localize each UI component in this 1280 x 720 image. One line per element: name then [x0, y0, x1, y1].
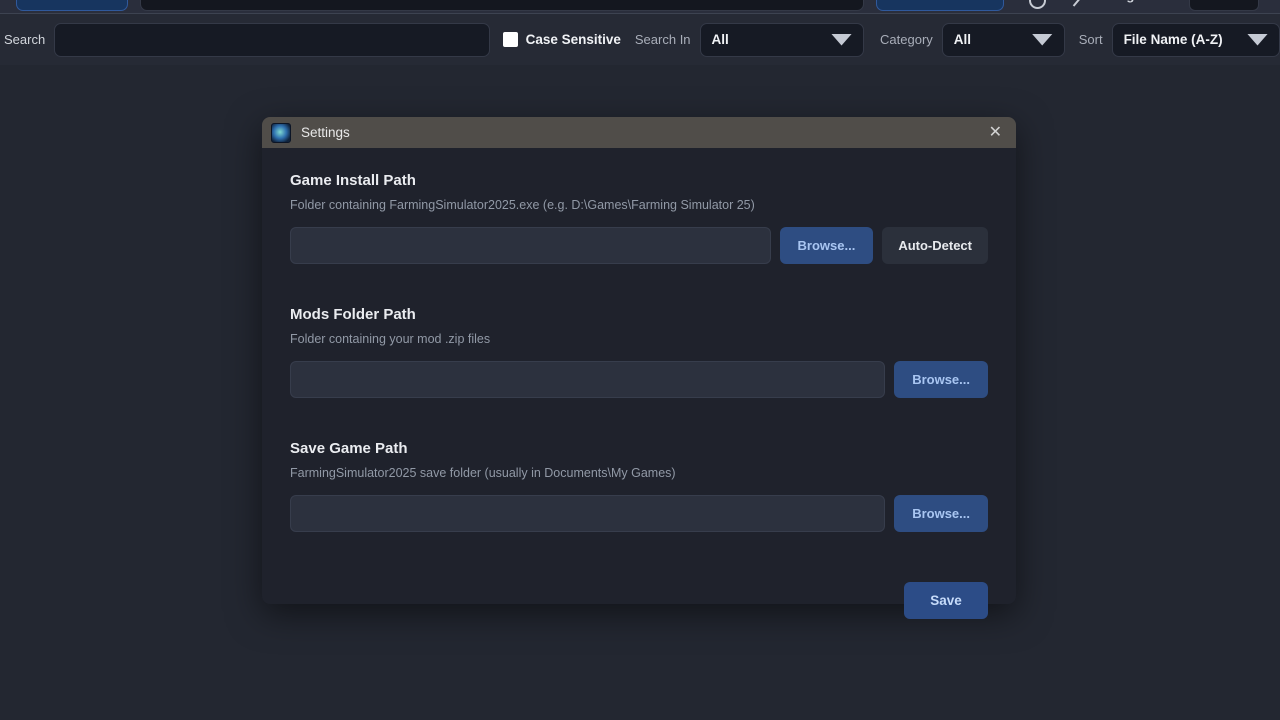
section-description: Folder containing FarmingSimulator2025.e… — [290, 198, 988, 212]
chevron-down-icon — [831, 34, 852, 46]
section-description: Folder containing your mod .zip files — [290, 332, 988, 346]
main-area: Settings ✕ Game Install Path Folder cont… — [0, 65, 1280, 720]
save-button[interactable]: Save — [904, 582, 988, 619]
dialog-titlebar: Settings ✕ — [262, 117, 1016, 148]
image-scale-value: 100% — [1197, 0, 1229, 3]
category-label: Category — [880, 32, 933, 47]
settings-dialog: Settings ✕ Game Install Path Folder cont… — [262, 117, 1016, 604]
filter-bar: Search Case Sensitive Search In All Cate… — [0, 13, 1280, 65]
case-sensitive-label: Case Sensitive — [526, 32, 621, 47]
chevron-down-icon — [1247, 34, 1268, 46]
dialog-body: Game Install Path Folder containing Farm… — [262, 148, 1016, 619]
search-in-value: All — [712, 32, 729, 47]
circle-icon[interactable] — [1029, 0, 1046, 9]
sort-select[interactable]: File Name (A-Z) — [1112, 23, 1280, 57]
mods-folder-path-input[interactable] — [290, 361, 885, 398]
chevron-down-icon — [1032, 34, 1053, 46]
category-select[interactable]: All — [942, 23, 1065, 57]
game-install-path-input[interactable] — [290, 227, 771, 264]
folder-path-input[interactable] — [140, 0, 864, 11]
mods-folder-path-section: Mods Folder Path Folder containing your … — [290, 306, 988, 398]
search-in-label: Search In — [635, 32, 691, 47]
search-in-select[interactable]: All — [700, 23, 864, 57]
browse-game-path-button[interactable]: Browse... — [780, 227, 874, 264]
save-game-path-input[interactable] — [290, 495, 885, 532]
search-input[interactable] — [54, 23, 490, 57]
save-game-path-section: Save Game Path FarmingSimulator2025 save… — [290, 440, 988, 532]
section-heading: Game Install Path — [290, 172, 988, 189]
search-label: Search — [4, 32, 45, 47]
topbar: Select Folder Load Files Image Scale 100… — [0, 0, 1280, 13]
app-icon — [271, 123, 291, 143]
image-scale-select[interactable]: 100% — [1189, 0, 1259, 11]
browse-save-path-button[interactable]: Browse... — [894, 495, 988, 532]
browse-mods-path-button[interactable]: Browse... — [894, 361, 988, 398]
select-folder-button[interactable]: Select Folder — [16, 0, 128, 11]
diagonal-line-icon[interactable] — [1073, 0, 1085, 7]
close-icon[interactable]: ✕ — [989, 125, 1002, 141]
load-files-button[interactable]: Load Files — [876, 0, 1004, 11]
section-heading: Mods Folder Path — [290, 306, 988, 323]
dialog-title: Settings — [301, 125, 350, 140]
section-heading: Save Game Path — [290, 440, 988, 457]
sort-value: File Name (A-Z) — [1124, 32, 1223, 47]
image-scale-label: Image Scale — [1104, 0, 1179, 11]
auto-detect-button[interactable]: Auto-Detect — [882, 227, 988, 264]
category-value: All — [954, 32, 971, 47]
game-install-path-section: Game Install Path Folder containing Farm… — [290, 172, 988, 264]
section-description: FarmingSimulator2025 save folder (usuall… — [290, 466, 988, 480]
case-sensitive-checkbox[interactable] — [503, 32, 518, 47]
sort-label: Sort — [1079, 32, 1103, 47]
